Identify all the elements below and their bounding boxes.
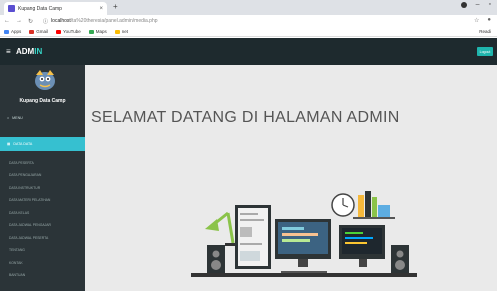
account-icon[interactable]: ● bbox=[487, 17, 491, 24]
forward-icon[interactable]: → bbox=[16, 18, 22, 24]
reading-list[interactable]: Readi bbox=[479, 29, 491, 34]
sidebar-item-data-data[interactable]: ▦ DATA DATA bbox=[0, 137, 85, 151]
app-brand: ADMIN bbox=[16, 47, 43, 56]
sidebar-item-data-peserta[interactable]: DATA PESERTA bbox=[0, 157, 85, 169]
tab-title: Kupang Data Camp bbox=[18, 5, 62, 12]
browser-tab[interactable]: Kupang Data Camp × bbox=[4, 2, 107, 15]
table-icon: ▦ bbox=[7, 142, 11, 146]
window-controls: – ▫ bbox=[460, 1, 491, 8]
logout-button[interactable]: Logout bbox=[477, 47, 493, 56]
browser-tab-strip: Kupang Data Camp × + – ▫ bbox=[0, 0, 497, 15]
sidebar-item-data-materi-pelatihan[interactable]: DATA MATERI PELATIHAN bbox=[0, 194, 85, 206]
workspace-illustration bbox=[191, 191, 417, 277]
apps-icon bbox=[4, 29, 9, 34]
youtube-icon bbox=[56, 29, 62, 34]
sidebar: Kupang Data Camp ⌂ MENU ▦ DATA DATA DATA… bbox=[0, 65, 85, 291]
sidebar-item-tentang[interactable]: TENTANG bbox=[0, 244, 85, 256]
sidebar-item-data-instruktur[interactable]: DATA INSTRUKTUR bbox=[0, 182, 85, 194]
star-icon[interactable]: ☆ bbox=[474, 17, 479, 24]
reload-icon[interactable]: ↻ bbox=[28, 18, 33, 25]
sidebar-item-menu[interactable]: ⌂ MENU bbox=[0, 111, 85, 125]
bookmark-apps[interactable]: Apps bbox=[4, 29, 21, 34]
home-icon: ⌂ bbox=[7, 116, 10, 120]
browser-toolbar: ← → ↻ ⓘ localhost/ta%20theresia/panel.ad… bbox=[0, 15, 497, 27]
profile-icon[interactable] bbox=[460, 1, 467, 8]
net-icon bbox=[114, 29, 120, 34]
app-topbar: ≡ ADMIN Logout bbox=[0, 38, 497, 65]
bookmark-net[interactable]: net bbox=[114, 29, 128, 34]
minimize-icon[interactable]: – bbox=[476, 1, 480, 8]
back-icon[interactable]: ← bbox=[4, 18, 10, 24]
toolbar-actions: ☆ ● bbox=[474, 17, 491, 24]
sidebar-item-data-pengajaran[interactable]: DATA PENGAJARAN bbox=[0, 169, 85, 181]
info-icon[interactable]: ⓘ bbox=[43, 18, 48, 25]
sidebar-brand-name: Kupang Data Camp bbox=[19, 98, 66, 104]
gmail-icon bbox=[29, 29, 35, 34]
maximize-icon[interactable]: ▫ bbox=[489, 1, 491, 8]
bookmarks-bar: Apps Gmail YouTube Maps net Readi bbox=[0, 27, 497, 37]
sidebar-item-label: MENU bbox=[12, 116, 23, 120]
main-content: SELAMAT DATANG DI HALAMAN ADMIN bbox=[85, 65, 497, 291]
sidebar-item-label: DATA DATA bbox=[13, 142, 33, 146]
sidebar-item-bantuan[interactable]: BANTUAN bbox=[0, 269, 85, 281]
tab-close-icon[interactable]: × bbox=[99, 6, 103, 12]
tab-favicon-icon bbox=[8, 5, 15, 12]
address-bar[interactable]: ⓘ localhost/ta%20theresia/panel.admin/me… bbox=[43, 18, 157, 25]
sidebar-item-data-jadwal-pengajar[interactable]: DATA JADWAL PENGAJAR bbox=[0, 219, 85, 231]
new-tab-button[interactable]: + bbox=[113, 2, 118, 11]
maps-icon bbox=[88, 29, 94, 34]
sidebar-item-data-kelas[interactable]: DATA KELAS bbox=[0, 207, 85, 219]
bookmark-youtube[interactable]: YouTube bbox=[56, 29, 81, 34]
avatar bbox=[35, 70, 55, 90]
sidebar-item-data-jadwal-peserta[interactable]: DATA JADWAL PESERTA bbox=[0, 232, 85, 244]
address-path: /ta%20theresia/panel.admin/media.php bbox=[70, 18, 158, 24]
sidebar-item-kontak[interactable]: KONTAK bbox=[0, 257, 85, 269]
page-title: SELAMAT DATANG DI HALAMAN ADMIN bbox=[91, 109, 400, 126]
bookmark-maps[interactable]: Maps bbox=[88, 29, 107, 34]
hamburger-menu-icon[interactable]: ≡ bbox=[6, 47, 11, 56]
address-host: localhost bbox=[51, 18, 71, 24]
bookmark-gmail[interactable]: Gmail bbox=[29, 29, 48, 34]
